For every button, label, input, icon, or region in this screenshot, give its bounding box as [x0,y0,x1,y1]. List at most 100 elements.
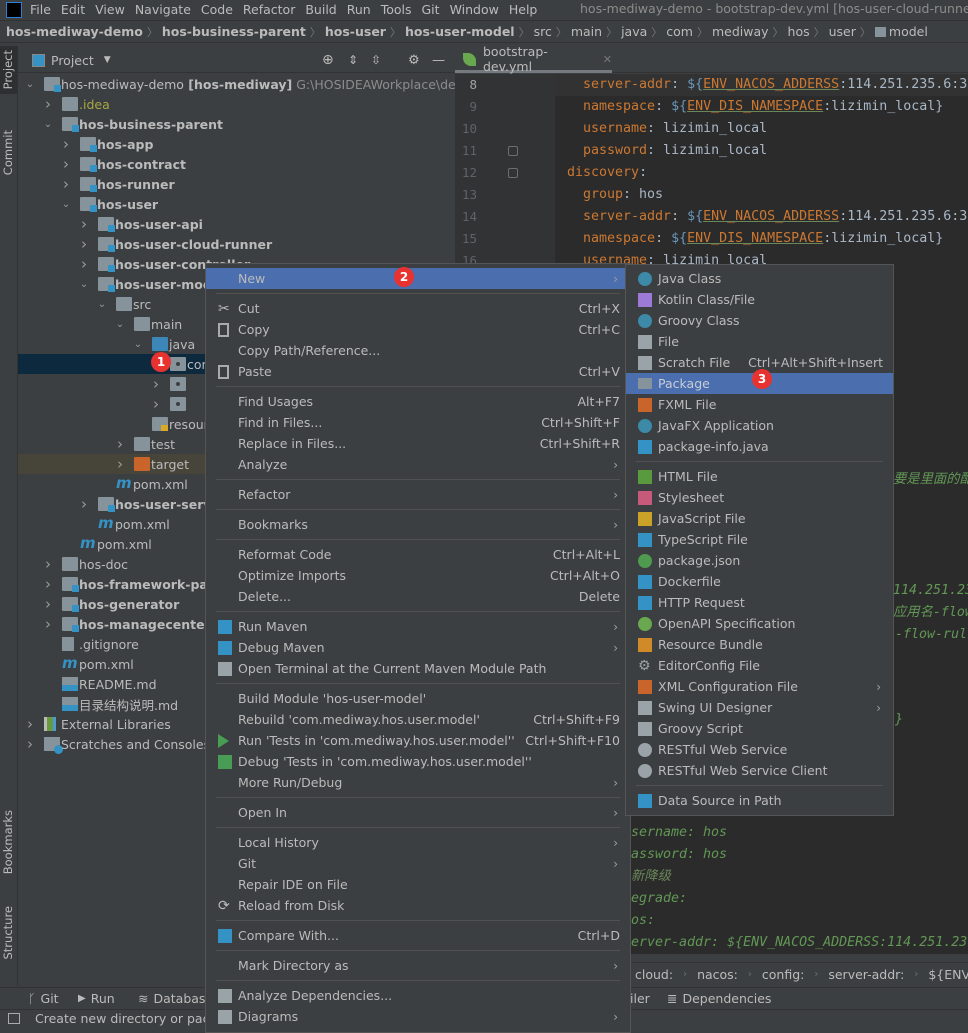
new-submenu-item-groovy-class[interactable]: Groovy Class [626,310,893,331]
menu-view[interactable]: View [95,2,125,17]
breadcrumb-hos-user-model[interactable]: hos-user-model [405,24,515,39]
profiler-tool-button[interactable]: iler [630,991,650,1006]
code-line[interactable]: server-addr: ${ENV_NACOS_ADDERSS:114.251… [583,206,967,228]
code-line[interactable]: server-addr: ${ENV_NACOS_ADDERSS:114.251… [583,74,967,96]
chevron-right-icon[interactable]: › [115,455,125,473]
menu-tools[interactable]: Tools [381,2,412,17]
project-tool-tab[interactable]: Project [1,50,15,89]
chevron-right-icon[interactable]: › [151,395,161,413]
chevron-down-icon[interactable]: ⌄ [43,119,53,130]
chevron-down-icon[interactable]: ⌄ [97,299,107,310]
tree-item-hos-app[interactable]: › hos-app [18,134,454,154]
new-submenu-item-dockerfile[interactable]: Dockerfile [626,571,893,592]
context-menu-item-diagrams[interactable]: Diagrams › [206,1006,630,1027]
editor-breadcrumb-env-na[interactable]: ${ENV_NA [928,967,968,982]
context-menu-item-mark-directory-as[interactable]: Mark Directory as › [206,955,630,976]
git-tool-button[interactable]: ᚴ Git [28,991,59,1006]
context-menu-item-optimize-imports[interactable]: Optimize Imports Ctrl+Alt+O [206,565,630,586]
breadcrumb-model[interactable]: model [889,24,928,39]
status-window-icon[interactable] [8,1013,20,1024]
tree-item-idea[interactable]: › .idea [18,94,454,114]
context-menu-item-repair-ide-on-file[interactable]: Repair IDE on File [206,874,630,895]
menu-navigate[interactable]: Navigate [135,2,191,17]
new-submenu-item-java-class[interactable]: Java Class [626,268,893,289]
project-view-title[interactable]: Project [51,53,94,68]
menu-run[interactable]: Run [347,2,371,17]
chevron-right-icon[interactable]: › [25,715,35,733]
new-submenu-item-package-info-java[interactable]: package-info.java [626,436,893,457]
tree-item-hos-mediway-demo[interactable]: ⌄ hos-mediway-demo [hos-mediway] G:\HOSID… [18,74,480,94]
context-menu-item-rebuild-com-mediway-hos-user-model[interactable]: Rebuild 'com.mediway.hos.user.model' Ctrl… [206,709,630,730]
context-menu-item-build-module-hos-user-model[interactable]: Build Module 'hos-user-model' [206,688,630,709]
new-submenu-item-package-json[interactable]: package.json [626,550,893,571]
new-submenu-item-openapi-specification[interactable]: OpenAPI Specification [626,613,893,634]
code-line[interactable]: group: hos [583,184,663,206]
tree-item-hos-business-parent[interactable]: ⌄ hos-business-parent [18,114,454,134]
context-menu-item-refactor[interactable]: Refactor › [206,484,630,505]
bookmarks-tool-tab[interactable]: Bookmarks [1,810,15,874]
chevron-right-icon[interactable]: › [25,735,35,753]
breadcrumb-hos[interactable]: hos [788,24,810,39]
context-menu-item-new[interactable]: New › [206,268,630,289]
context-menu-item-paste[interactable]: Paste Ctrl+V [206,361,630,382]
new-submenu-item-xml-configuration-file[interactable]: XML Configuration File › [626,676,893,697]
run-tool-button[interactable]: ▶ Run [78,991,115,1006]
menu-window[interactable]: Window [450,2,499,17]
editor-breadcrumb-server-addr[interactable]: server-addr: [828,967,904,982]
menu-git[interactable]: Git [422,2,440,17]
chevron-right-icon[interactable]: › [115,435,125,453]
tree-item-hos-runner[interactable]: › hos-runner [18,174,454,194]
context-menu-item-analyze-dependencies[interactable]: Analyze Dependencies... [206,985,630,1006]
context-menu-item-copy-path-reference[interactable]: Copy Path/Reference... [206,340,630,361]
tree-item-hos-contract[interactable]: › hos-contract [18,154,454,174]
new-submenu-item-http-request[interactable]: HTTP Request [626,592,893,613]
context-menu-item-run-tests-in-com-mediway-hos-user-model[interactable]: Run 'Tests in 'com.mediway.hos.user.mode… [206,730,630,751]
structure-tool-tab[interactable]: Structure [1,906,15,960]
chevron-down-icon[interactable]: ⌄ [25,79,35,90]
context-menu-item-bookmarks[interactable]: Bookmarks › [206,514,630,535]
context-menu-item-analyze[interactable]: Analyze › [206,454,630,475]
new-submenu-item-swing-ui-designer[interactable]: Swing UI Designer › [626,697,893,718]
menu-edit[interactable]: Edit [61,2,85,17]
new-submenu-item-editorconfig-file[interactable]: ⚙ EditorConfig File [626,655,893,676]
context-menu-item-run-maven[interactable]: Run Maven › [206,616,630,637]
close-icon[interactable]: ✕ [603,53,612,66]
new-submenu-item-groovy-script[interactable]: Groovy Script [626,718,893,739]
menu-help[interactable]: Help [509,2,538,17]
chevron-right-icon[interactable]: › [79,235,89,253]
chevron-right-icon[interactable]: › [43,575,53,593]
context-menu-item-cut[interactable]: ✂ Cut Ctrl+X [206,298,630,319]
breadcrumb-hos-business-parent[interactable]: hos-business-parent [162,24,306,39]
hide-icon[interactable]: — [432,53,445,68]
new-submenu-item-kotlin-class-file[interactable]: Kotlin Class/File [626,289,893,310]
locate-icon[interactable]: ⊕ [322,52,334,68]
chevron-down-icon[interactable]: ⌄ [61,199,71,210]
context-menu-item-debug-tests-in-com-mediway-hos-user-model[interactable]: Debug 'Tests in 'com.mediway.hos.user.mo… [206,751,630,772]
context-menu-item-local-history[interactable]: Local History › [206,832,630,853]
new-submenu-item-html-file[interactable]: HTML File [626,466,893,487]
chevron-right-icon[interactable]: › [43,615,53,633]
tree-item-hos-user-api[interactable]: › hos-user-api [18,214,454,234]
breadcrumb-main[interactable]: main [571,24,602,39]
breadcrumb-hos-mediway-demo[interactable]: hos-mediway-demo [6,24,143,39]
chevron-down-icon[interactable]: ⌄ [79,279,89,290]
new-submenu-item-resource-bundle[interactable]: Resource Bundle [626,634,893,655]
gear-icon[interactable]: ⚙ [408,53,420,68]
tree-item-hos-user[interactable]: ⌄ hos-user [18,194,454,214]
chevron-right-icon[interactable]: › [61,175,71,193]
menu-build[interactable]: Build [305,2,336,17]
context-menu-item-reload-from-disk[interactable]: ⟳ Reload from Disk [206,895,630,916]
expand-all-icon[interactable]: ⇕ [348,53,358,67]
context-menu-item-find-usages[interactable]: Find Usages Alt+F7 [206,391,630,412]
commit-tool-tab[interactable]: Commit [1,130,15,175]
new-submenu-item-restful-web-service[interactable]: RESTful Web Service [626,739,893,760]
editor-breadcrumb-config[interactable]: config: [762,967,804,982]
context-menu-item-open-terminal-at-the-current-maven-module-path[interactable]: Open Terminal at the Current Maven Modul… [206,658,630,679]
menu-file[interactable]: File [30,2,51,17]
chevron-right-icon[interactable]: › [43,555,53,573]
chevron-right-icon[interactable]: › [79,215,89,233]
code-line[interactable]: discovery: [567,162,647,184]
new-submenu-item-fxml-file[interactable]: FXML File [626,394,893,415]
chevron-right-icon[interactable]: › [43,595,53,613]
context-menu-item-find-in-files[interactable]: Find in Files... Ctrl+Shift+F [206,412,630,433]
